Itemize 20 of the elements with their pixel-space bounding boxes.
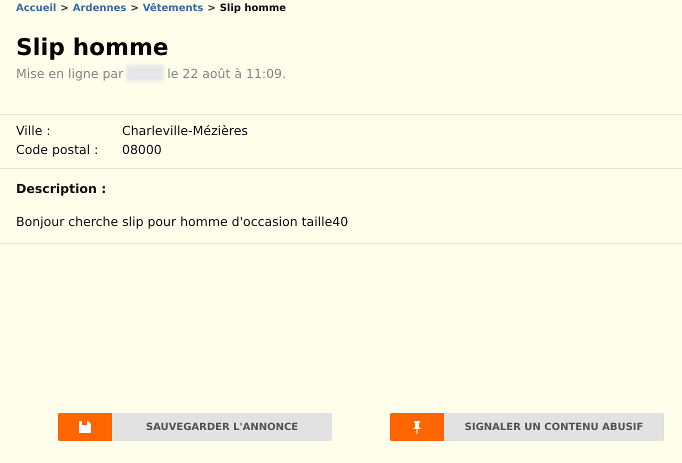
- description-heading: Description :: [16, 181, 108, 196]
- breadcrumb-separator: >: [130, 3, 139, 14]
- detail-value: 08000: [122, 142, 163, 158]
- breadcrumb-separator: >: [60, 3, 69, 14]
- detail-value: Charleville-Mézières: [122, 123, 249, 138]
- posted-date-text: le 22 août à 11:09.: [167, 66, 286, 81]
- report-button[interactable]: SIGNALER UN CONTENU ABUSIF: [390, 413, 664, 441]
- breadcrumb-link[interactable]: Ardennes: [72, 3, 126, 14]
- breadcrumb-separator: >: [207, 3, 216, 14]
- save-icon: [79, 421, 91, 433]
- save-ad-button[interactable]: SAUVEGARDER L'ANNONCE: [58, 413, 332, 441]
- description-text: Bonjour cherche slip pour homme d'occasion taille40: [16, 214, 350, 230]
- detail-label: Ville :: [16, 123, 52, 138]
- posted-by-text: Mise en ligne par: [16, 66, 124, 81]
- detail-label: Code postal :: [16, 142, 100, 158]
- pin-icon: [413, 420, 421, 434]
- ad-title: Slip homme: [16, 36, 170, 62]
- breadcrumb-link[interactable]: Vêtements: [142, 3, 204, 14]
- breadcrumb-link[interactable]: Accueil: [16, 3, 56, 14]
- current-page-title: Slip homme: [220, 3, 286, 14]
